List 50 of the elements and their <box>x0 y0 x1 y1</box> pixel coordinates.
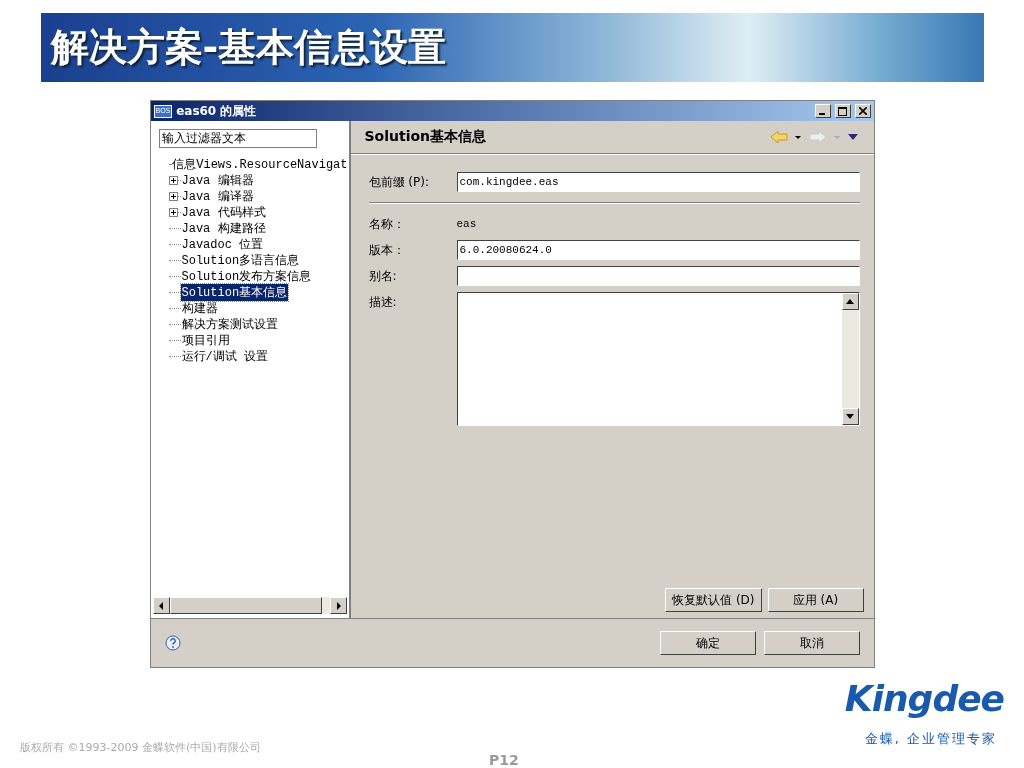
left-arrow-icon <box>158 601 164 610</box>
tree-item[interactable]: Solution发布方案信息 <box>180 267 313 285</box>
field-label: 描述: <box>368 294 398 311</box>
input-field[interactable] <box>456 266 860 286</box>
maximize-button[interactable] <box>834 104 851 118</box>
horizontal-scrollbar[interactable] <box>152 597 347 614</box>
close-icon <box>858 107 867 115</box>
tree-item[interactable]: Java 代码样式 <box>180 203 267 221</box>
field-label: 版本： <box>368 242 406 259</box>
tree-item[interactable]: Java 编译器 <box>180 187 255 205</box>
restore-defaults-button[interactable]: 恢复默认值 (D) <box>665 588 762 612</box>
help-icon[interactable] <box>164 635 181 651</box>
tree-item[interactable]: 信息Views.ResourceNavigat <box>171 155 349 173</box>
up-arrow-icon <box>846 299 854 304</box>
company-logo: Kingdee <box>844 678 1004 719</box>
slide-title: 解决方案-基本信息设置 <box>50 24 447 71</box>
description-field[interactable] <box>456 292 860 426</box>
plus-icon[interactable] <box>168 191 181 201</box>
field-label: 别名: <box>368 268 398 285</box>
tree-item[interactable]: Java 构建路径 <box>180 219 267 237</box>
tree-item[interactable]: Javadoc 位置 <box>180 235 265 253</box>
navigation-arrows-icon[interactable] <box>769 130 860 144</box>
tree-item[interactable]: 运行/调试 设置 <box>180 347 269 365</box>
close-button[interactable] <box>854 104 871 118</box>
field-label: 包前缀 (P): <box>368 174 430 191</box>
plus-icon[interactable] <box>168 207 181 217</box>
right-arrow-icon <box>335 601 341 610</box>
filter-field[interactable]: 输入过滤器文本 <box>158 129 317 148</box>
tree-item[interactable]: Solution多语言信息 <box>180 251 301 269</box>
tree-item[interactable]: 项目引用 <box>180 331 231 349</box>
ok-button[interactable]: 确定 <box>659 631 756 655</box>
field-label: 名称： <box>368 216 406 233</box>
plus-icon[interactable] <box>168 175 181 185</box>
maximize-icon <box>838 106 847 116</box>
name-value: eas <box>456 217 477 232</box>
page-number: P12 <box>489 752 519 768</box>
apply-button[interactable]: 应用 (A) <box>767 588 864 612</box>
page-title: Solution基本信息 <box>364 128 488 146</box>
cancel-button[interactable]: 取消 <box>763 631 860 655</box>
tree-item[interactable]: 解决方案测试设置 <box>180 315 279 333</box>
minimize-button[interactable] <box>814 104 831 118</box>
tagline: 金蝶, 企业管理专家 <box>864 730 997 748</box>
window-title: eas60 的属性 <box>176 102 258 120</box>
tree-item[interactable]: Java 编辑器 <box>180 171 255 189</box>
tree-item[interactable]: Solution基本信息 <box>180 283 289 301</box>
down-arrow-icon <box>846 414 854 419</box>
input-field[interactable]: 6.0.20080624.0 <box>456 240 860 260</box>
copyright-text: 版权所有 ©1993-2009 金蝶软件(中国)有限公司 <box>20 740 261 755</box>
input-field[interactable]: com.kingdee.eas <box>456 172 860 192</box>
tree-item[interactable]: 构建器 <box>180 299 219 317</box>
